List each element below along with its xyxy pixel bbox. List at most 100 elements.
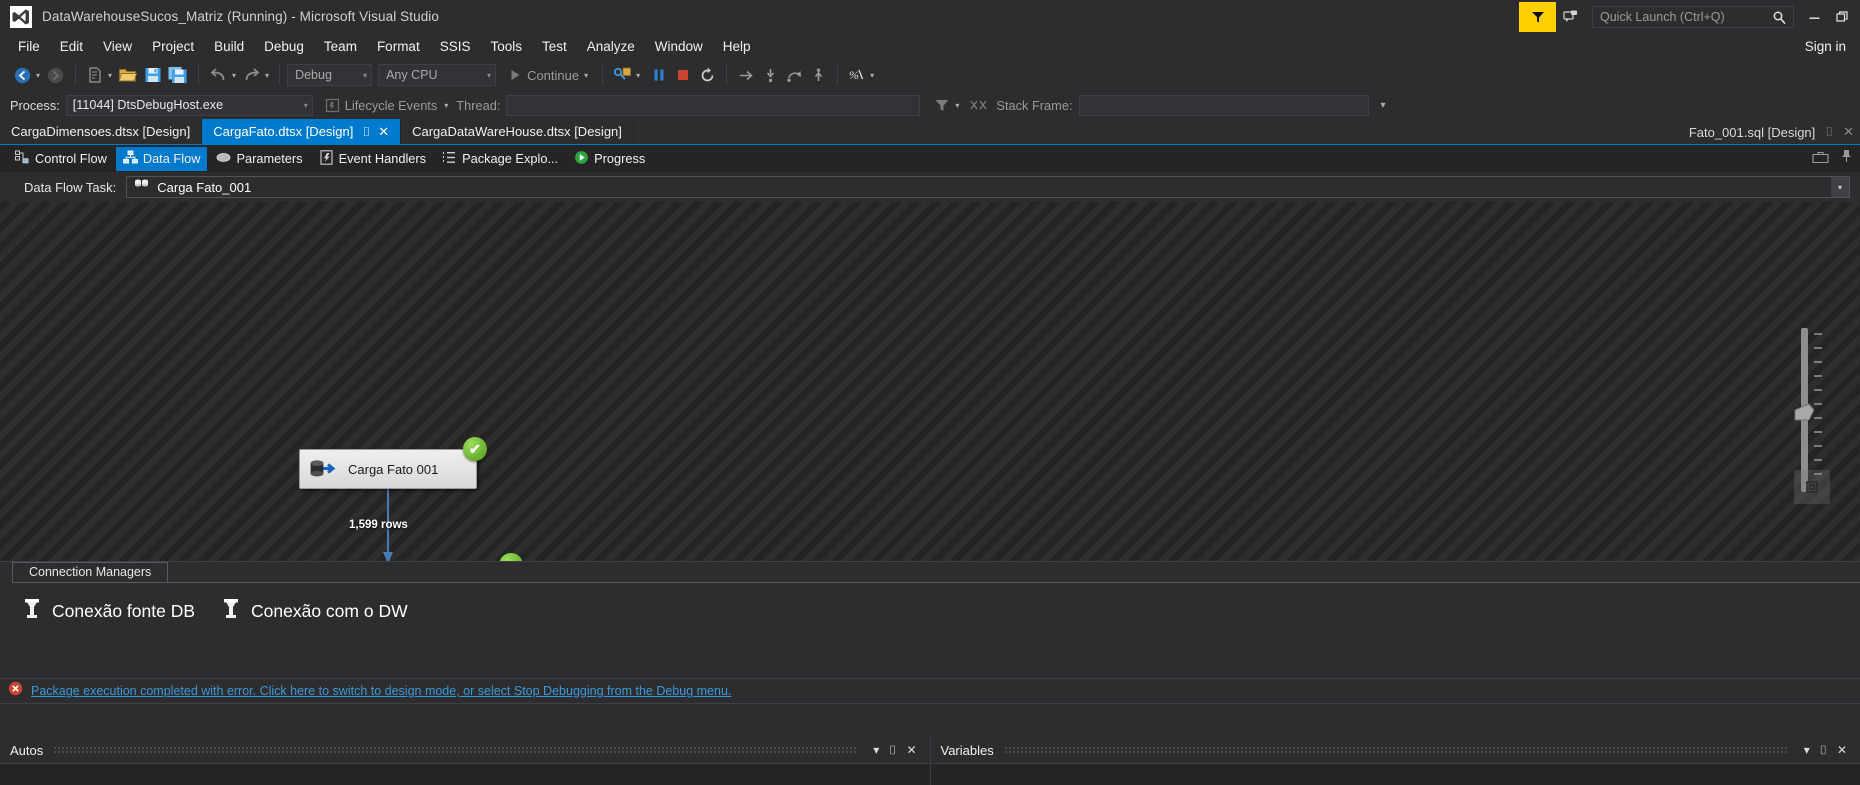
sign-in-link[interactable]: Sign in — [1805, 39, 1846, 54]
solution-platform-combo[interactable]: Any CPU ▾ — [378, 64, 497, 86]
window-title: DataWarehouseSucos_Matriz (Running) - Mi… — [42, 9, 440, 24]
restore-button[interactable] — [1828, 5, 1856, 29]
panel-menu-icon[interactable]: ▾ — [868, 743, 884, 757]
lifecycle-events-icon[interactable] — [321, 93, 345, 117]
navigate-back-icon[interactable] — [10, 63, 35, 87]
solution-configuration-combo[interactable]: Debug ▾ — [287, 64, 373, 86]
continue-button[interactable]: Continue ▾ — [504, 68, 595, 83]
data-flow-task-label: Data Flow Task: — [24, 179, 117, 195]
menu-item-format[interactable]: Format — [367, 36, 430, 57]
tab-parameters[interactable]: Parameters — [209, 147, 309, 171]
stack-filter-icon[interactable] — [930, 93, 954, 117]
toolbox-icon[interactable] — [1812, 149, 1829, 169]
tab-progress[interactable]: Progress — [567, 147, 652, 171]
step-over-icon[interactable] — [782, 63, 806, 87]
notifications-icon[interactable] — [1556, 2, 1586, 32]
close-tab-icon[interactable]: ✕ — [1843, 124, 1854, 140]
redo-icon[interactable] — [239, 63, 264, 87]
panel-autos-body[interactable] — [0, 763, 930, 785]
undo-icon[interactable] — [206, 63, 231, 87]
save-icon[interactable] — [141, 63, 165, 87]
document-tab-carga-fato[interactable]: CargaFato.dtsx [Design] ⌷ ✕ — [202, 119, 402, 144]
menu-item-file[interactable]: File — [8, 36, 50, 57]
menu-item-team[interactable]: Team — [314, 36, 367, 57]
data-flow-canvas[interactable]: Carga Fato 001 ✔ Slowly Changing Dimensi… — [0, 202, 1860, 562]
quick-launch-box[interactable] — [1592, 5, 1794, 30]
chevron-down-icon[interactable]: ▾ — [1831, 177, 1849, 197]
continue-dropdown-icon[interactable]: ▾ — [584, 71, 588, 80]
document-tab-carga-dimensoes[interactable]: CargaDimensoes.dtsx [Design] — [0, 119, 203, 144]
new-item-dropdown-icon[interactable]: ▾ — [108, 71, 112, 80]
zoom-to-fit-button[interactable] — [1794, 470, 1830, 504]
attach-to-process-icon[interactable] — [610, 63, 635, 87]
tab-data-flow[interactable]: Data Flow — [115, 146, 208, 171]
pin-panel-icon[interactable] — [1841, 149, 1852, 168]
menu-item-test[interactable]: Test — [532, 36, 577, 57]
connection-managers-area: Connection Managers Conexão fonte DB Con… — [0, 562, 1860, 678]
debug-toolbar-overflow-icon[interactable]: ▾ — [1381, 100, 1386, 111]
stack-frame-combo[interactable] — [1078, 94, 1369, 116]
step-into-icon[interactable] — [758, 63, 782, 87]
document-tab-label: CargaDimensoes.dtsx [Design] — [11, 124, 191, 139]
lifecycle-dropdown-icon[interactable]: ▾ — [444, 101, 448, 110]
navigate-back-dropdown-icon[interactable]: ▾ — [36, 71, 40, 80]
show-next-statement-icon[interactable] — [734, 63, 758, 87]
connection-manager-conexao-fonte-db[interactable]: Conexão fonte DB — [22, 597, 195, 626]
menu-item-edit[interactable]: Edit — [50, 36, 93, 57]
panel-drag-handle[interactable] — [53, 746, 859, 754]
tab-package-explorer[interactable]: Package Explo... — [435, 147, 565, 171]
send-feedback-icon[interactable] — [1519, 1, 1556, 32]
stack-frame-icon[interactable] — [966, 93, 990, 117]
thread-combo[interactable] — [506, 94, 921, 116]
redo-dropdown-icon[interactable]: ▾ — [265, 71, 269, 80]
break-all-icon[interactable] — [647, 63, 671, 87]
data-flow-task-combo[interactable]: Carga Fato_001 ▾ — [126, 176, 1850, 198]
search-icon — [1772, 10, 1787, 30]
menu-item-build[interactable]: Build — [204, 36, 254, 57]
panel-variables-body[interactable] — [930, 763, 1860, 785]
connection-managers-tab[interactable]: Connection Managers — [12, 562, 169, 582]
close-tab-icon[interactable]: ✕ — [378, 124, 389, 140]
pin-tab-icon[interactable]: ⌷ — [362, 124, 370, 140]
panel-drag-handle[interactable] — [1003, 746, 1789, 754]
panel-close-icon[interactable]: ✕ — [1832, 743, 1852, 757]
tab-event-handlers[interactable]: Event Handlers — [312, 147, 434, 171]
panel-close-icon[interactable]: ✕ — [901, 743, 921, 757]
menu-item-ssis[interactable]: SSIS — [430, 36, 481, 57]
execution-status-link[interactable]: Package execution completed with error. … — [31, 684, 731, 698]
menu-item-project[interactable]: Project — [142, 36, 204, 57]
restart-icon[interactable] — [695, 63, 719, 87]
menu-item-help[interactable]: Help — [713, 36, 761, 57]
node-carga-fato-001[interactable]: Carga Fato 001 ✔ — [299, 437, 487, 489]
connection-manager-conexao-com-o-dw[interactable]: Conexão com o DW — [221, 597, 408, 626]
document-tab-carga-datawarehouse[interactable]: CargaDataWareHouse.dtsx [Design] — [401, 119, 634, 144]
minimize-button[interactable] — [1800, 5, 1828, 29]
panel-pin-icon[interactable]: ⌷ — [884, 743, 901, 758]
process-combo[interactable]: [11044] DtsDebugHost.exe ▾ — [65, 94, 313, 116]
menu-item-tools[interactable]: Tools — [480, 36, 532, 57]
menu-item-window[interactable]: Window — [645, 36, 713, 57]
pin-tab-icon[interactable]: ⌷ — [1825, 124, 1833, 140]
undo-dropdown-icon[interactable]: ▾ — [232, 71, 236, 80]
progress-icon — [574, 150, 589, 168]
tab-label: Parameters — [236, 151, 303, 166]
tab-control-flow[interactable]: Control Flow — [8, 147, 114, 171]
menu-item-analyze[interactable]: Analyze — [577, 36, 645, 57]
open-file-icon[interactable] — [115, 63, 141, 87]
navigate-forward-icon[interactable] — [43, 63, 68, 87]
save-all-icon[interactable] — [165, 63, 191, 87]
package-explorer-icon — [442, 150, 457, 168]
stack-filter-dropdown-icon[interactable]: ▾ — [955, 101, 959, 110]
quick-launch-input[interactable] — [1593, 9, 1765, 24]
hex-dropdown-icon[interactable]: ▾ — [870, 71, 874, 80]
menu-item-view[interactable]: View — [93, 36, 142, 57]
step-out-icon[interactable] — [806, 63, 830, 87]
panel-pin-icon[interactable]: ⌷ — [1815, 743, 1832, 758]
panel-menu-icon[interactable]: ▾ — [1799, 743, 1815, 757]
stop-debugging-icon[interactable] — [671, 63, 695, 87]
attach-dropdown-icon[interactable]: ▾ — [636, 71, 640, 80]
new-item-icon[interactable] — [83, 63, 107, 87]
menu-item-debug[interactable]: Debug — [254, 36, 314, 57]
hexadecimal-display-icon[interactable]: % — [845, 63, 869, 87]
document-tab-fato-sql[interactable]: Fato_001.sql [Design] ⌷ ✕ — [1689, 119, 1860, 145]
